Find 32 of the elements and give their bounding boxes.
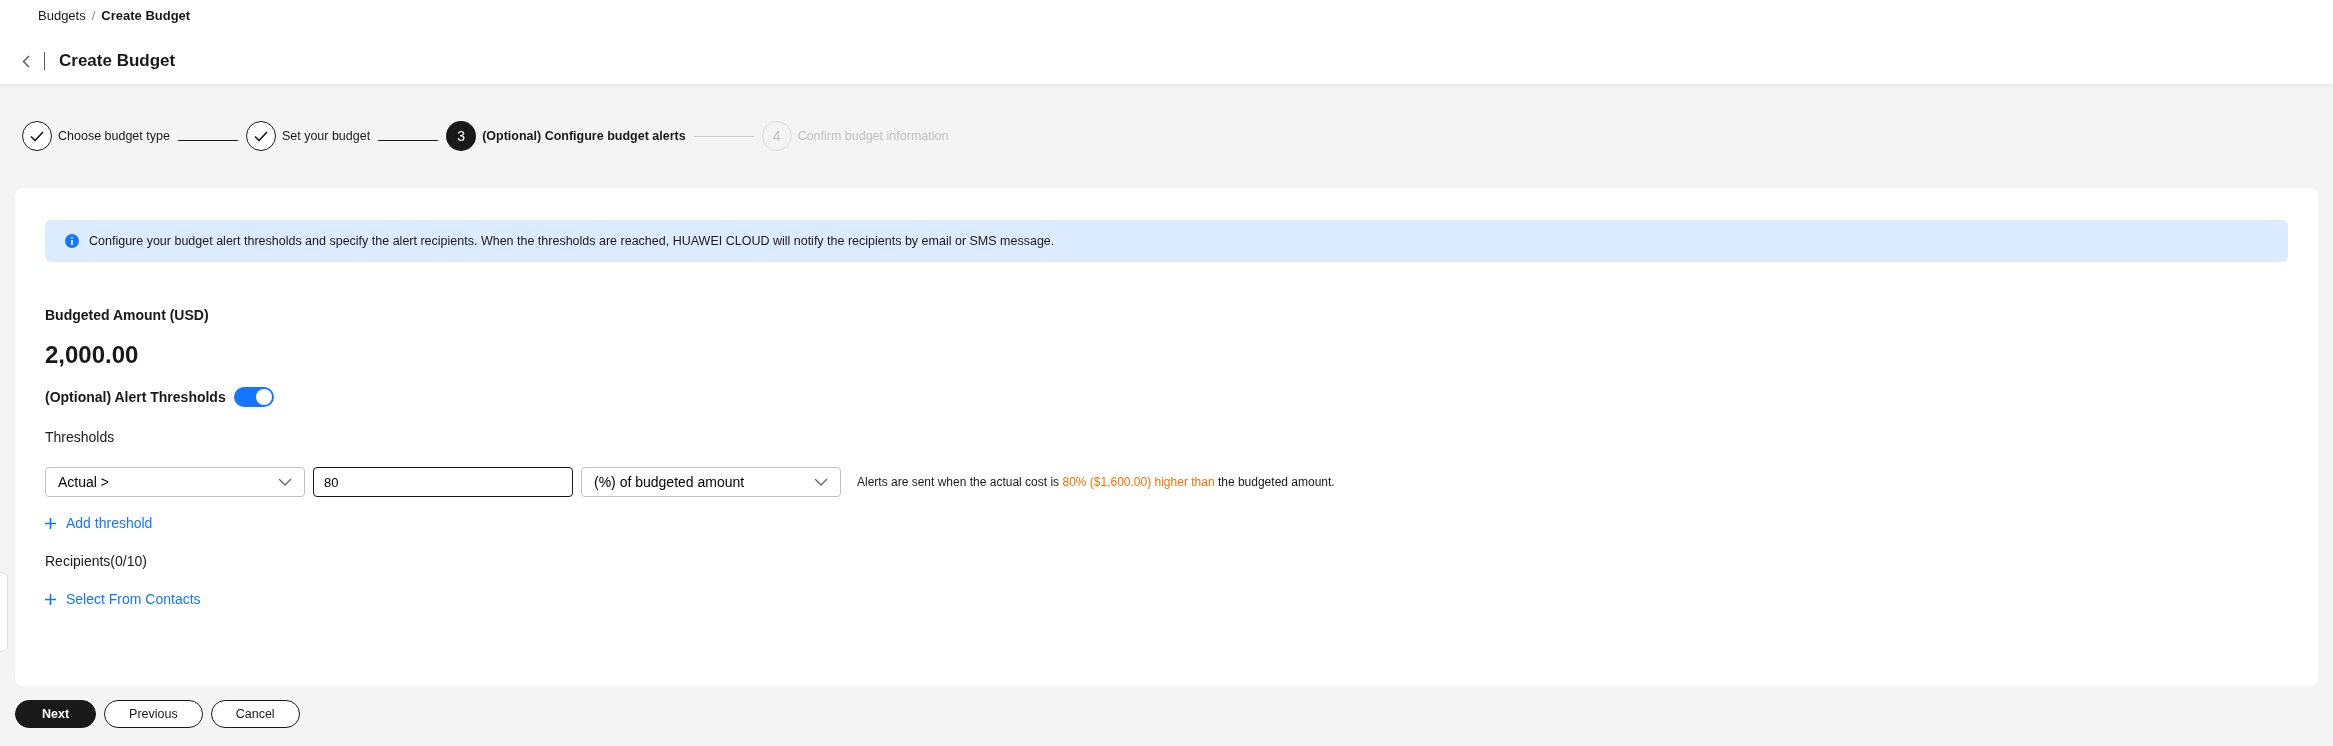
chevron-down-icon	[814, 478, 828, 486]
next-button[interactable]: Next	[15, 700, 97, 728]
plus-icon	[45, 517, 56, 529]
budget-amount: 2,000.00	[45, 341, 140, 369]
info-message: Configure your budget alert thresholds and specify the alert recipients. When the thresholds are reached, HUAWEI CLOUD will notify the recipients by email or SMS message.	[89, 234, 1055, 248]
condition-dropdown[interactable]: Actual >	[45, 467, 305, 497]
action-button[interactable]: Cancel	[210, 700, 300, 728]
step-label: Choose budget type	[58, 129, 170, 143]
step-done-icon	[245, 121, 276, 151]
action-button[interactable]: Previous	[104, 700, 203, 728]
breadcrumb-separator: /	[91, 8, 96, 25]
plus-icon	[45, 593, 56, 605]
field-label: (Optional) Alert Thresholds	[45, 389, 226, 405]
select-contacts-link[interactable]: Select From Contacts	[45, 591, 201, 607]
chevron-down-icon	[278, 478, 292, 486]
add-threshold-link[interactable]: Add threshold	[45, 515, 153, 531]
field-label: Budgeted Amount (USD)	[45, 307, 210, 323]
step-label: Set your budget	[281, 129, 371, 143]
threshold-input[interactable]: 80	[313, 467, 573, 497]
step-number: 3	[446, 121, 477, 151]
threshold-note: Alerts are sent when the actual cost is 80% ($1,600.00) higher than the budgeted amount.	[857, 475, 1335, 489]
step-done-icon	[22, 121, 52, 151]
breadcrumb-item[interactable]: Budgets	[38, 8, 86, 30]
step-label: (Optional) Configure budget alerts	[482, 129, 686, 143]
back-icon[interactable]	[22, 54, 30, 68]
breadcrumb-item: Create Budget	[101, 8, 191, 25]
page-title: Create Budget	[59, 51, 176, 71]
alert-toggle[interactable]	[233, 387, 274, 407]
info-icon	[65, 234, 79, 248]
section-label: Thresholds	[45, 429, 116, 445]
section-label: Recipients(0/10)	[45, 553, 148, 569]
unit-dropdown[interactable]: (%) of budgeted amount	[581, 467, 841, 497]
